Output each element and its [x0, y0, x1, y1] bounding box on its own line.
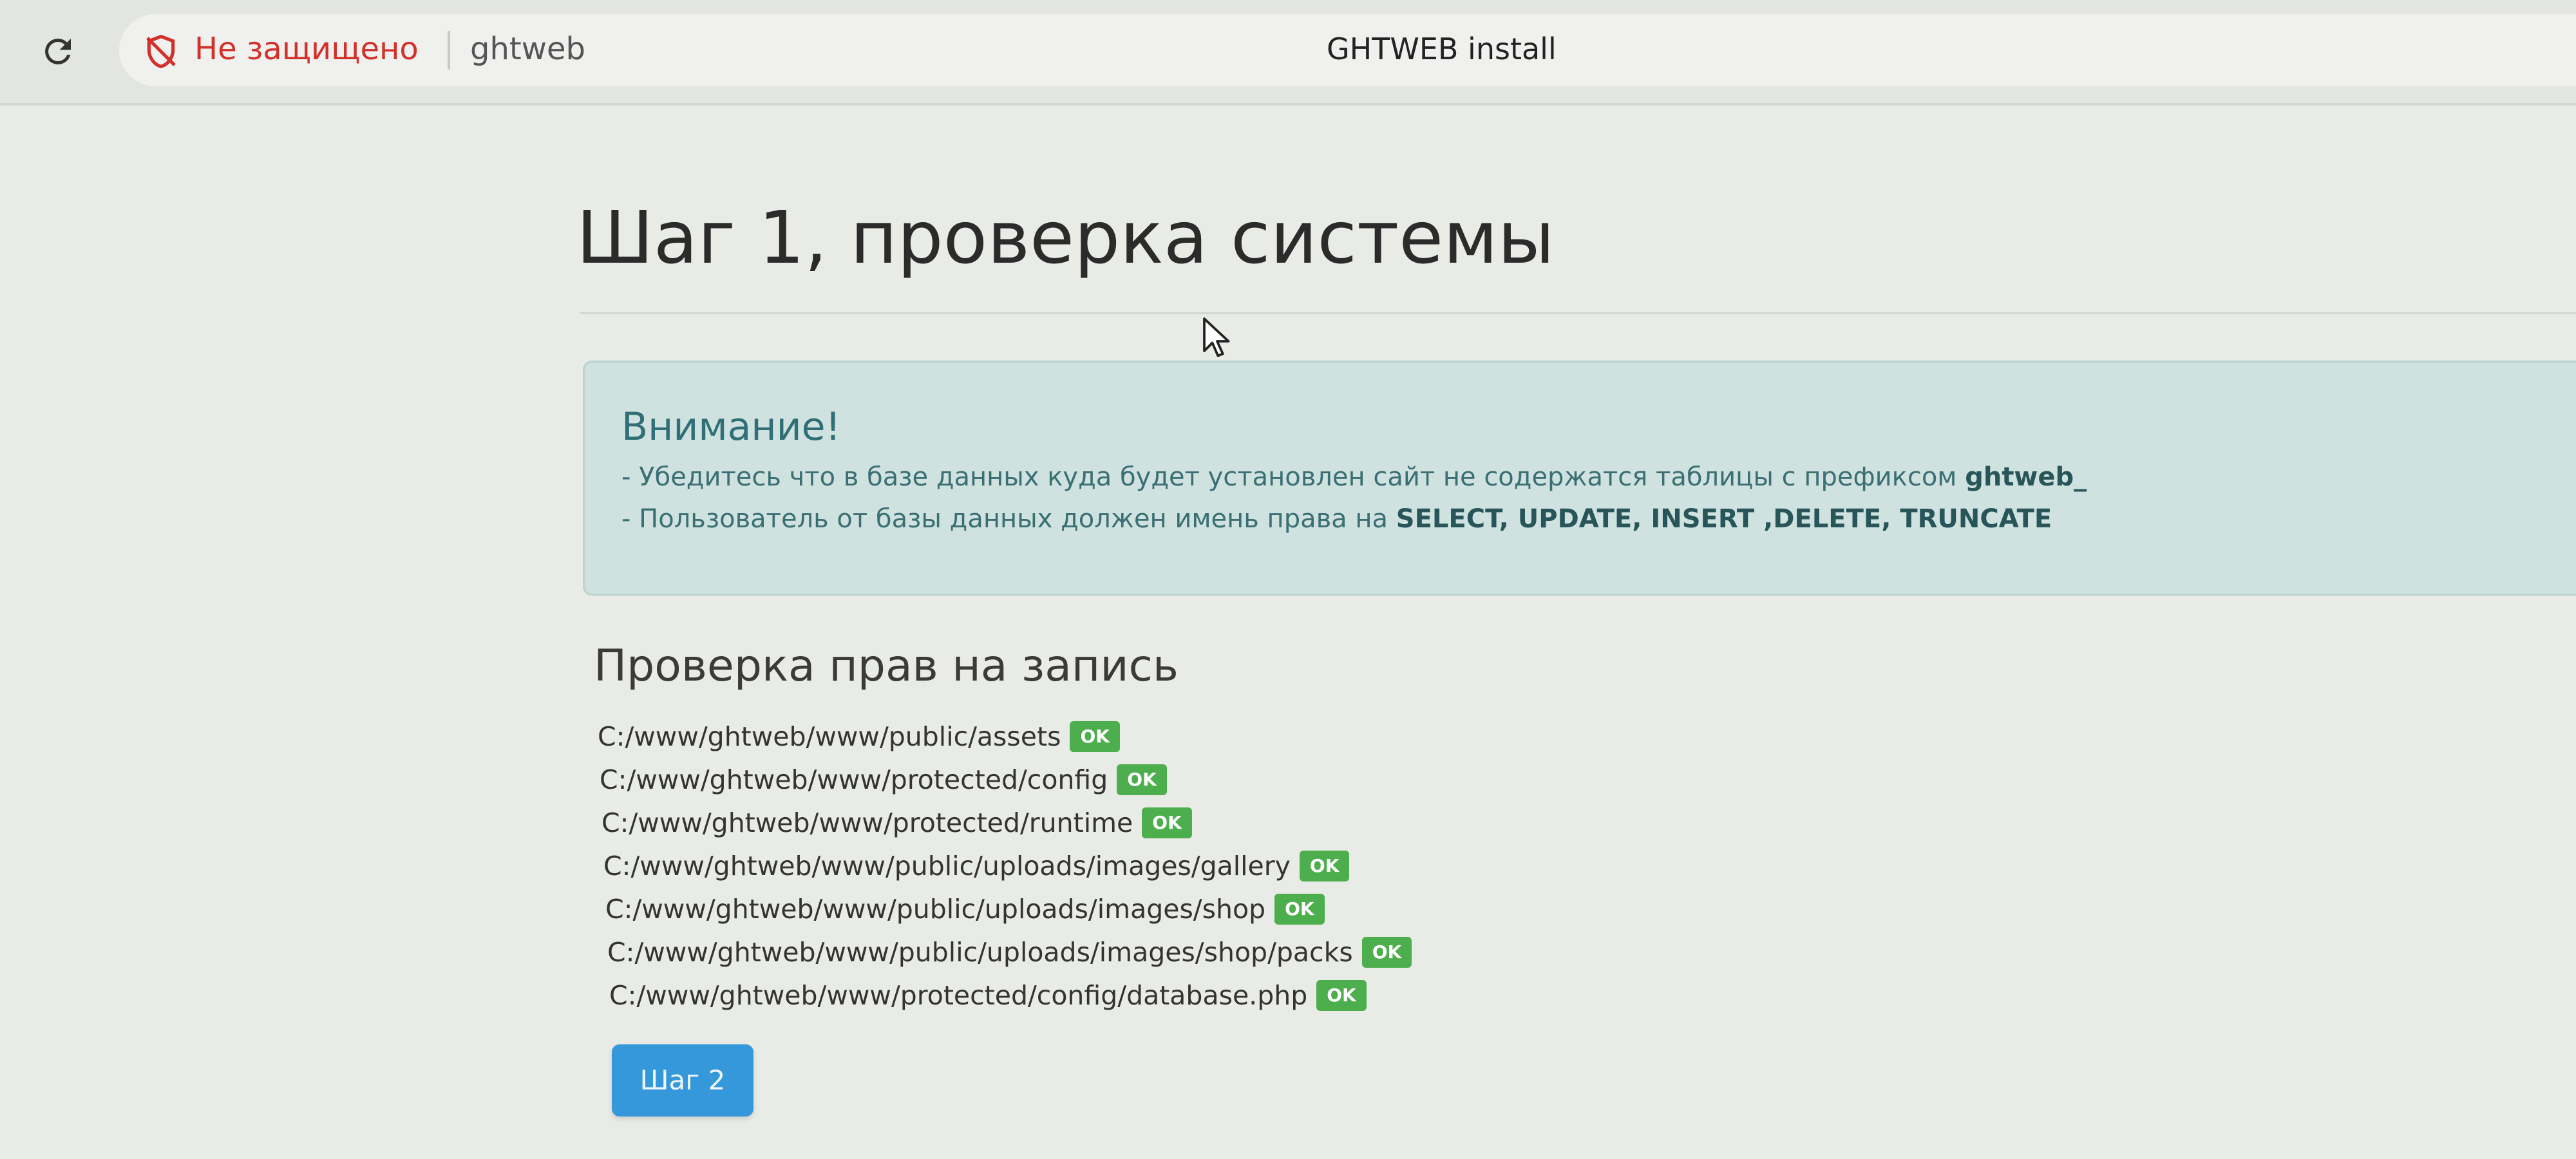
status-badge: OK — [1142, 807, 1192, 838]
list-item: C:/www/ghtweb/www/protected/runtime OK — [601, 801, 1412, 844]
browser-toolbar: Не защищено ghtweb GHTWEB install — [0, 0, 2576, 106]
status-badge: OK — [1117, 764, 1167, 795]
alert-line-prefix: - Убедитесь что в базе данных куда будет… — [621, 459, 2087, 495]
page-title: GHTWEB install — [1327, 32, 1557, 66]
path-text: C:/www/ghtweb/www/public/uploads/images/… — [607, 936, 1353, 968]
required-privileges: SELECT, UPDATE, INSERT ,DELETE, TRUNCATE — [1396, 504, 2052, 534]
status-badge: OK — [1316, 979, 1367, 1011]
alert-line-privileges-text: - Пользователь от базы данных должен име… — [621, 504, 1396, 534]
path-text: C:/www/ghtweb/www/protected/config — [600, 764, 1108, 795]
list-item: C:/www/ghtweb/www/public/assets OK — [598, 715, 1412, 758]
path-text: C:/www/ghtweb/www/public/assets — [598, 721, 1061, 752]
status-badge: OK — [1070, 721, 1120, 752]
divider — [580, 312, 2576, 314]
status-badge: OK — [1274, 893, 1325, 925]
list-item: C:/www/ghtweb/www/public/uploads/images/… — [607, 930, 1412, 974]
url-host[interactable]: ghtweb — [470, 28, 585, 70]
list-item: C:/www/ghtweb/www/protected/config/datab… — [609, 974, 1412, 1017]
next-step-button[interactable]: Шаг 2 — [612, 1044, 753, 1117]
status-badge: OK — [1361, 936, 1412, 968]
permissions-list: C:/www/ghtweb/www/public/assets OK C:/ww… — [598, 715, 1412, 1017]
path-text: C:/www/ghtweb/www/protected/runtime — [601, 807, 1133, 838]
reload-button[interactable] — [33, 27, 82, 76]
path-text: C:/www/ghtweb/www/public/uploads/images/… — [605, 893, 1266, 925]
step-heading: Шаг 1, проверка системы — [576, 196, 1555, 280]
path-text: C:/www/ghtweb/www/protected/config/datab… — [609, 979, 1308, 1011]
not-secure-icon[interactable] — [143, 33, 179, 70]
list-item: C:/www/ghtweb/www/protected/config OK — [600, 758, 1412, 801]
write-permissions-heading: Проверка прав на запись — [594, 641, 1179, 692]
alert-line-prefix-text: - Убедитесь что в базе данных куда будет… — [621, 462, 1965, 492]
status-badge: OK — [1299, 850, 1350, 881]
list-item: C:/www/ghtweb/www/public/uploads/images/… — [603, 844, 1412, 887]
url-divider — [448, 31, 450, 70]
path-text: C:/www/ghtweb/www/public/uploads/images/… — [603, 850, 1291, 881]
reload-icon — [45, 38, 71, 64]
list-item: C:/www/ghtweb/www/public/uploads/images/… — [605, 887, 1412, 930]
alert-line-privileges: - Пользователь от базы данных должен име… — [621, 501, 2052, 537]
warning-alert: Внимание! - Убедитесь что в базе данных … — [583, 361, 2576, 596]
mouse-cursor-icon — [1203, 317, 1230, 357]
table-prefix: ghtweb_ — [1965, 462, 2087, 492]
alert-title: Внимание! — [621, 404, 841, 449]
security-label[interactable]: Не защищено — [194, 28, 419, 70]
